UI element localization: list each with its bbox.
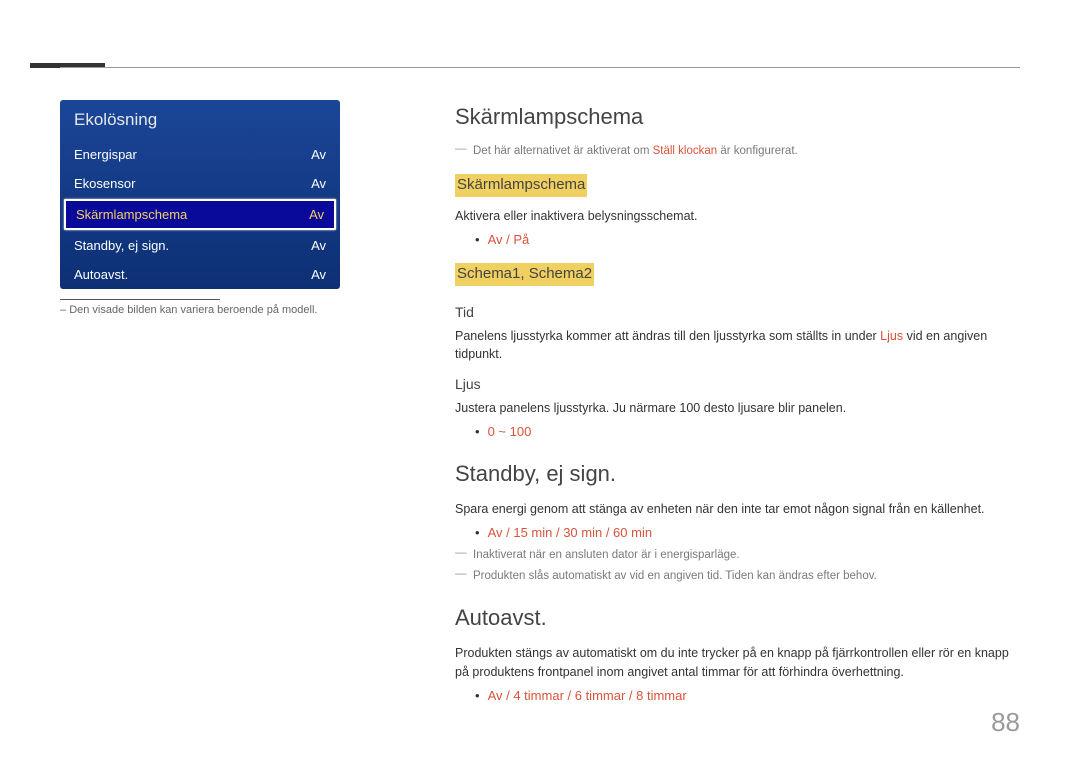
page-number: 88 bbox=[991, 707, 1020, 738]
desc-standby: Spara energi genom att stänga av enheten… bbox=[455, 500, 1020, 519]
menu-item-label: Autoavst. bbox=[74, 267, 286, 282]
menu-item: Standby, ej sign.Av bbox=[60, 231, 340, 260]
footnote-rule bbox=[60, 299, 220, 300]
section-heading-autoavst: Autoavst. bbox=[455, 601, 1020, 634]
label-ljus: Ljus bbox=[455, 374, 1020, 395]
menu-title: Ekolösning bbox=[60, 100, 340, 140]
menu-item-value: Av bbox=[286, 267, 326, 282]
menu-item-value: Av bbox=[286, 238, 326, 253]
menu-preview-panel: Ekolösning EnergisparAvEkosensorAvSkärml… bbox=[60, 100, 340, 316]
menu-item: Autoavst.Av bbox=[60, 260, 340, 289]
main-content: Skärmlampschema Det här alternativet är … bbox=[455, 100, 1020, 709]
image-disclaimer: – Den visade bilden kan variera beroende… bbox=[60, 304, 340, 316]
desc-skarmlampschema: Aktivera eller inaktivera belysningssche… bbox=[455, 207, 1020, 226]
menu-item-label: Skärmlampschema bbox=[76, 207, 284, 222]
desc-tid: Panelens ljusstyrka kommer att ändras ti… bbox=[455, 327, 1020, 365]
menu-item-label: Standby, ej sign. bbox=[74, 238, 286, 253]
section-heading-skarmlampschema: Skärmlampschema bbox=[455, 100, 1020, 133]
desc-ljus: Justera panelens ljusstyrka. Ju närmare … bbox=[455, 399, 1020, 418]
menu-item: EkosensorAv bbox=[60, 169, 340, 198]
desc-autoavst: Produkten stängs av automatiskt om du in… bbox=[455, 644, 1020, 682]
note-standby-2: Produkten slås automatiskt av vid en ang… bbox=[455, 568, 1020, 585]
menu-item-label: Ekosensor bbox=[74, 176, 286, 191]
menu-item: SkärmlampschemaAv bbox=[64, 199, 336, 230]
note-standby-1: Inaktiverat när en ansluten dator är i e… bbox=[455, 547, 1020, 564]
options-autoavst: Av / 4 timmar / 6 timmar / 8 timmar bbox=[475, 686, 1020, 706]
subheading-schema: Schema1, Schema2 bbox=[455, 263, 594, 286]
subheading-skarmlampschema: Skärmlampschema bbox=[455, 174, 587, 197]
section-heading-standby: Standby, ej sign. bbox=[455, 457, 1020, 490]
menu-item: EnergisparAv bbox=[60, 140, 340, 169]
options-av-pa: Av / På bbox=[475, 230, 1020, 250]
page-top-rule bbox=[60, 67, 1020, 68]
eco-menu: Ekolösning EnergisparAvEkosensorAvSkärml… bbox=[60, 100, 340, 289]
menu-item-value: Av bbox=[286, 176, 326, 191]
menu-item-value: Av bbox=[284, 207, 324, 222]
range-ljus: 0 ~ 100 bbox=[475, 422, 1020, 442]
label-tid: Tid bbox=[455, 302, 1020, 323]
menu-item-value: Av bbox=[286, 147, 326, 162]
menu-item-label: Energispar bbox=[74, 147, 286, 162]
options-standby: Av / 15 min / 30 min / 60 min bbox=[475, 523, 1020, 543]
note-stall-klockan: Det här alternativet är aktiverat om Stä… bbox=[455, 143, 1020, 160]
